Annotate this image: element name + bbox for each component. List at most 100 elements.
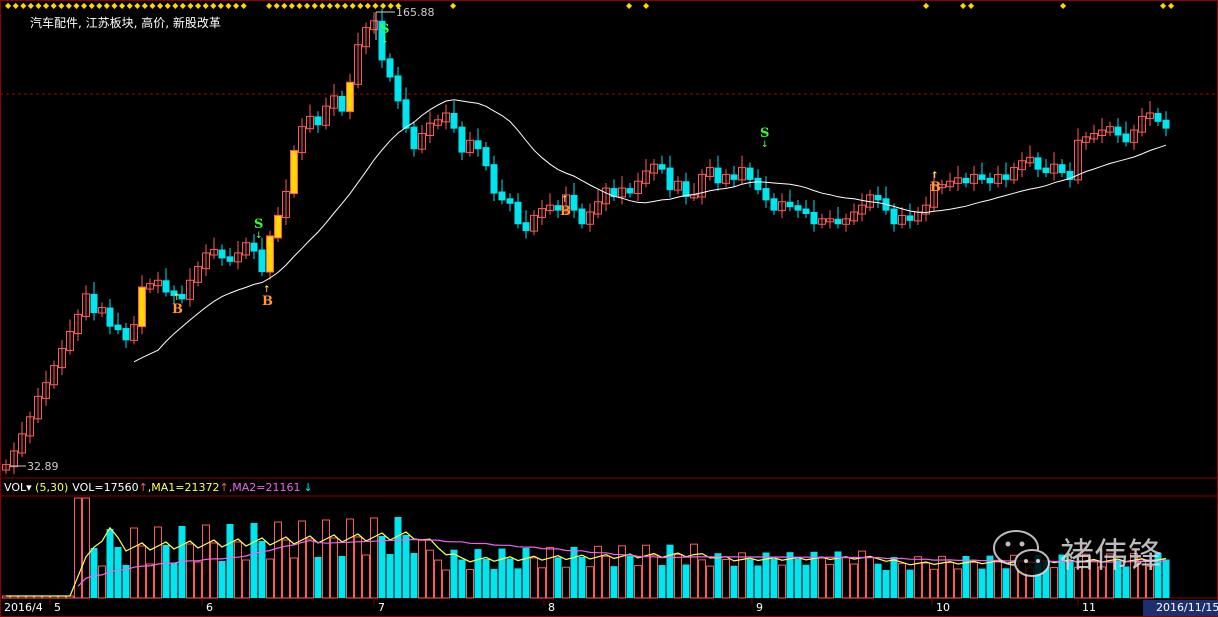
event-diamond-icon: ◆ [334, 1, 341, 10]
candle-body-highlight [346, 81, 354, 113]
event-diamond-icon: ◆ [281, 1, 288, 10]
event-diamond-icon: ◆ [1060, 1, 1067, 10]
candle-body-down [810, 211, 818, 225]
candle-body-down [1154, 112, 1162, 122]
event-diamond-icon: ◆ [1168, 1, 1175, 10]
volume-bar-down [498, 548, 506, 598]
volume-bar-down [882, 570, 890, 598]
event-diamond-icon: ◆ [380, 1, 387, 10]
candle-body-down [1122, 133, 1130, 143]
candle-body-down [474, 140, 482, 150]
sell-arrow-icon: ↓ [761, 140, 769, 150]
event-diamond-icon: ◆ [357, 1, 364, 10]
event-diamond-icon: ◆ [157, 1, 164, 10]
volume-bar-down [490, 568, 498, 598]
event-diamond-icon: ◆ [43, 1, 50, 10]
event-diamond-icon: ◆ [35, 1, 42, 10]
sell-arrow-icon: ↓ [381, 36, 389, 46]
volume-bar-down [578, 556, 586, 598]
candle-body-down [394, 75, 402, 102]
volume-bar-down [410, 553, 418, 598]
candle-body-down [90, 293, 98, 314]
event-diamond-icon: ◆ [233, 1, 240, 10]
candle-body-down [402, 99, 410, 129]
event-diamond-icon: ◆ [165, 1, 172, 10]
event-diamond-icon: ◆ [289, 1, 296, 10]
x-axis-start-label: 2016/4 [4, 601, 43, 614]
event-diamond-icon: ◆ [312, 1, 319, 10]
volume-bar-down [506, 558, 514, 598]
candle-body-down [314, 116, 322, 126]
candle-body-down [450, 112, 458, 129]
volume-header[interactable]: VOL▾ (5,30) VOL=17560↑,MA1=21372↑,MA2=211… [4, 481, 313, 494]
vol-params: (5,30) [35, 481, 68, 494]
candle-body-down [506, 198, 514, 204]
event-diamond-icon: ◆ [5, 1, 12, 10]
event-diamond-icon: ◆ [241, 1, 248, 10]
event-diamond-icon: ◆ [111, 1, 118, 10]
volume-bar-down [114, 547, 122, 598]
x-axis-tick-label: 5 [54, 601, 61, 614]
candle-body-down [498, 191, 506, 201]
price-high-label: 165.88 [396, 6, 435, 19]
dropdown-icon[interactable]: ▾ [26, 481, 35, 494]
volume-bar-down [250, 523, 258, 598]
volume-bar-down [890, 557, 898, 598]
event-diamond-icon: ◆ [319, 1, 326, 10]
candle-body-down [250, 242, 258, 252]
volume-bar-down [474, 549, 482, 598]
candle-body-down [258, 249, 266, 273]
event-diamond-icon: ◆ [342, 1, 349, 10]
x-axis-tick-label: 11 [1082, 601, 1096, 614]
chart-title: 汽车配件, 江苏板块, 高价, 新股改革 [30, 15, 221, 30]
candle-body-down [626, 188, 634, 194]
volume-bar-down [610, 566, 618, 598]
candle-body-down [986, 177, 994, 184]
candle-body-down [1114, 126, 1122, 136]
vol-up-arrow-icon: ↑ [139, 481, 148, 494]
event-diamond-icon: ◆ [20, 1, 27, 10]
volume-bar-down [402, 535, 410, 598]
candle-body-down [514, 201, 522, 225]
event-diamond-icon: ◆ [172, 1, 179, 10]
volume-bar-down [170, 563, 178, 598]
event-diamond-icon: ◆ [372, 1, 379, 10]
volume-bar-down [522, 548, 530, 598]
buy-signal: B [560, 204, 571, 219]
candle-body-down [578, 208, 586, 225]
volume-bar-down [378, 536, 386, 598]
event-diamond-icon: ◆ [96, 1, 103, 10]
volume-bar-down [794, 558, 802, 598]
volume-bar-down [682, 564, 690, 598]
event-diamond-icon: ◆ [266, 1, 273, 10]
volume-bar-down [226, 524, 234, 598]
candle-body-down [522, 222, 530, 232]
buy-arrow-icon: ↑ [173, 293, 181, 303]
candle-body-down [834, 218, 842, 225]
event-diamond-icon: ◆ [51, 1, 58, 10]
volume-bar-down [514, 568, 522, 598]
event-diamond-icon: ◆ [13, 1, 20, 10]
candle-body-down [978, 174, 986, 180]
event-diamond-icon: ◆ [643, 1, 650, 10]
candle-body-down [114, 324, 122, 331]
event-diamond-icon: ◆ [304, 1, 311, 10]
candle-body-down [1042, 167, 1050, 174]
event-diamond-icon: ◆ [274, 1, 281, 10]
candle-body-down [746, 167, 754, 180]
candle-body-down [1034, 157, 1042, 170]
volume-bar-down [1162, 559, 1170, 598]
vol-ma1-value: ,MA1=21372 [148, 481, 220, 494]
sell-signal: S [254, 217, 263, 232]
ma2-down-arrow-icon: ↓ [303, 481, 312, 494]
candle-body-down [1002, 174, 1010, 180]
event-diamond-icon: ◆ [104, 1, 111, 10]
stock-chart[interactable]: ◆ ◆ ◆ ◆ ◆ ◆ ◆ ◆ ◆ ◆ ◆ ◆ ◆ ◆ ◆ ◆ ◆ ◆ ◆ ◆ ◆ ◆ ◆ ◆ ◆ ◆ ◆ ◆ ◆ ◆ ◆ ◆ ◆ ◆ ◆ ◆ ◆ ◆ ◆ ◆… [0, 0, 1218, 617]
buy-signal: B [262, 294, 273, 309]
candle-body-down [482, 147, 490, 167]
event-diamond-icon: ◆ [960, 1, 967, 10]
volume-bar-down [218, 561, 226, 598]
x-axis-tick-label: 6 [206, 601, 213, 614]
candle-body-down [410, 126, 418, 150]
x-axis-tick-label: 10 [936, 601, 950, 614]
